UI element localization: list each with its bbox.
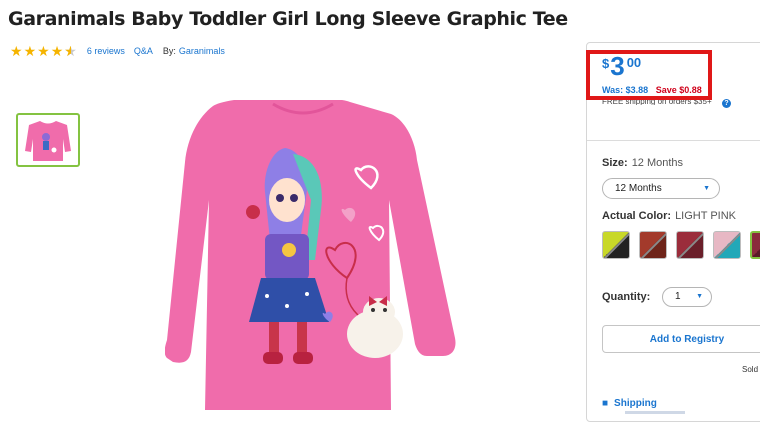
reviews-link[interactable]: 6 reviews bbox=[87, 46, 125, 56]
selected-color: LIGHT PINK bbox=[675, 210, 736, 222]
color-swatches bbox=[602, 231, 760, 259]
color-swatch[interactable] bbox=[639, 231, 667, 259]
shipping-row[interactable]: ■ Shipping bbox=[602, 398, 657, 409]
star-icon: ★ bbox=[50, 43, 64, 59]
quantity-label: Quantity: bbox=[602, 291, 651, 303]
savings-amount: Save $0.88 bbox=[655, 85, 702, 95]
current-price: $ 3 00 bbox=[602, 53, 641, 79]
by-label: By: bbox=[162, 46, 176, 56]
rating-stars[interactable]: ★ ★ ★ ★ ★ bbox=[10, 44, 78, 58]
divider bbox=[587, 140, 760, 141]
chevron-down-icon: ▼ bbox=[696, 293, 703, 300]
info-icon[interactable]: ? bbox=[722, 99, 731, 108]
color-swatch[interactable] bbox=[676, 231, 704, 259]
price-currency: $ bbox=[602, 56, 610, 71]
product-thumbnail[interactable] bbox=[16, 113, 80, 167]
color-swatch-selected[interactable] bbox=[750, 231, 760, 259]
product-title: Garanimals Baby Toddler Girl Long Sleeve… bbox=[8, 8, 568, 30]
quantity-value: 1 bbox=[675, 291, 681, 302]
star-icon: ★ bbox=[10, 43, 23, 59]
price-comparison: Was: $3.88 Save $0.88 bbox=[602, 85, 702, 95]
price-whole: 3 bbox=[610, 51, 625, 81]
color-label: Actual Color: LIGHT PINK bbox=[602, 210, 736, 222]
brand-link[interactable]: Garanimals bbox=[179, 46, 225, 56]
product-meta: ★ ★ ★ ★ ★ 6 reviews Q&A By: Garanimals bbox=[10, 44, 225, 58]
shipping-label: Shipping bbox=[614, 398, 657, 409]
chevron-down-icon: ▼ bbox=[703, 185, 710, 192]
sold-by-label: Sold bbox=[742, 365, 759, 374]
qa-link[interactable]: Q&A bbox=[134, 46, 153, 56]
shipping-note: FREE shipping on orders $35+ bbox=[602, 98, 712, 105]
quantity-select[interactable]: 1 ▼ bbox=[662, 287, 712, 307]
truck-icon: ■ bbox=[602, 398, 609, 409]
star-icon: ★ bbox=[37, 43, 50, 59]
size-label: Size: 12 Months bbox=[602, 157, 684, 169]
thumbnail-shirt-image bbox=[25, 121, 71, 161]
was-price: Was: $3.88 bbox=[602, 85, 649, 95]
price-cents: 00 bbox=[626, 55, 642, 70]
size-select[interactable]: 12 Months ▼ bbox=[602, 178, 720, 199]
color-swatch[interactable] bbox=[713, 231, 741, 259]
size-select-value: 12 Months bbox=[615, 183, 662, 194]
color-swatch[interactable] bbox=[602, 231, 630, 259]
selected-size: 12 Months bbox=[631, 157, 684, 169]
product-main-image[interactable] bbox=[165, 100, 505, 414]
half-star-icon: ★ bbox=[64, 44, 77, 58]
add-to-registry-button[interactable]: Add to Registry bbox=[602, 325, 760, 353]
star-icon: ★ bbox=[23, 43, 37, 59]
